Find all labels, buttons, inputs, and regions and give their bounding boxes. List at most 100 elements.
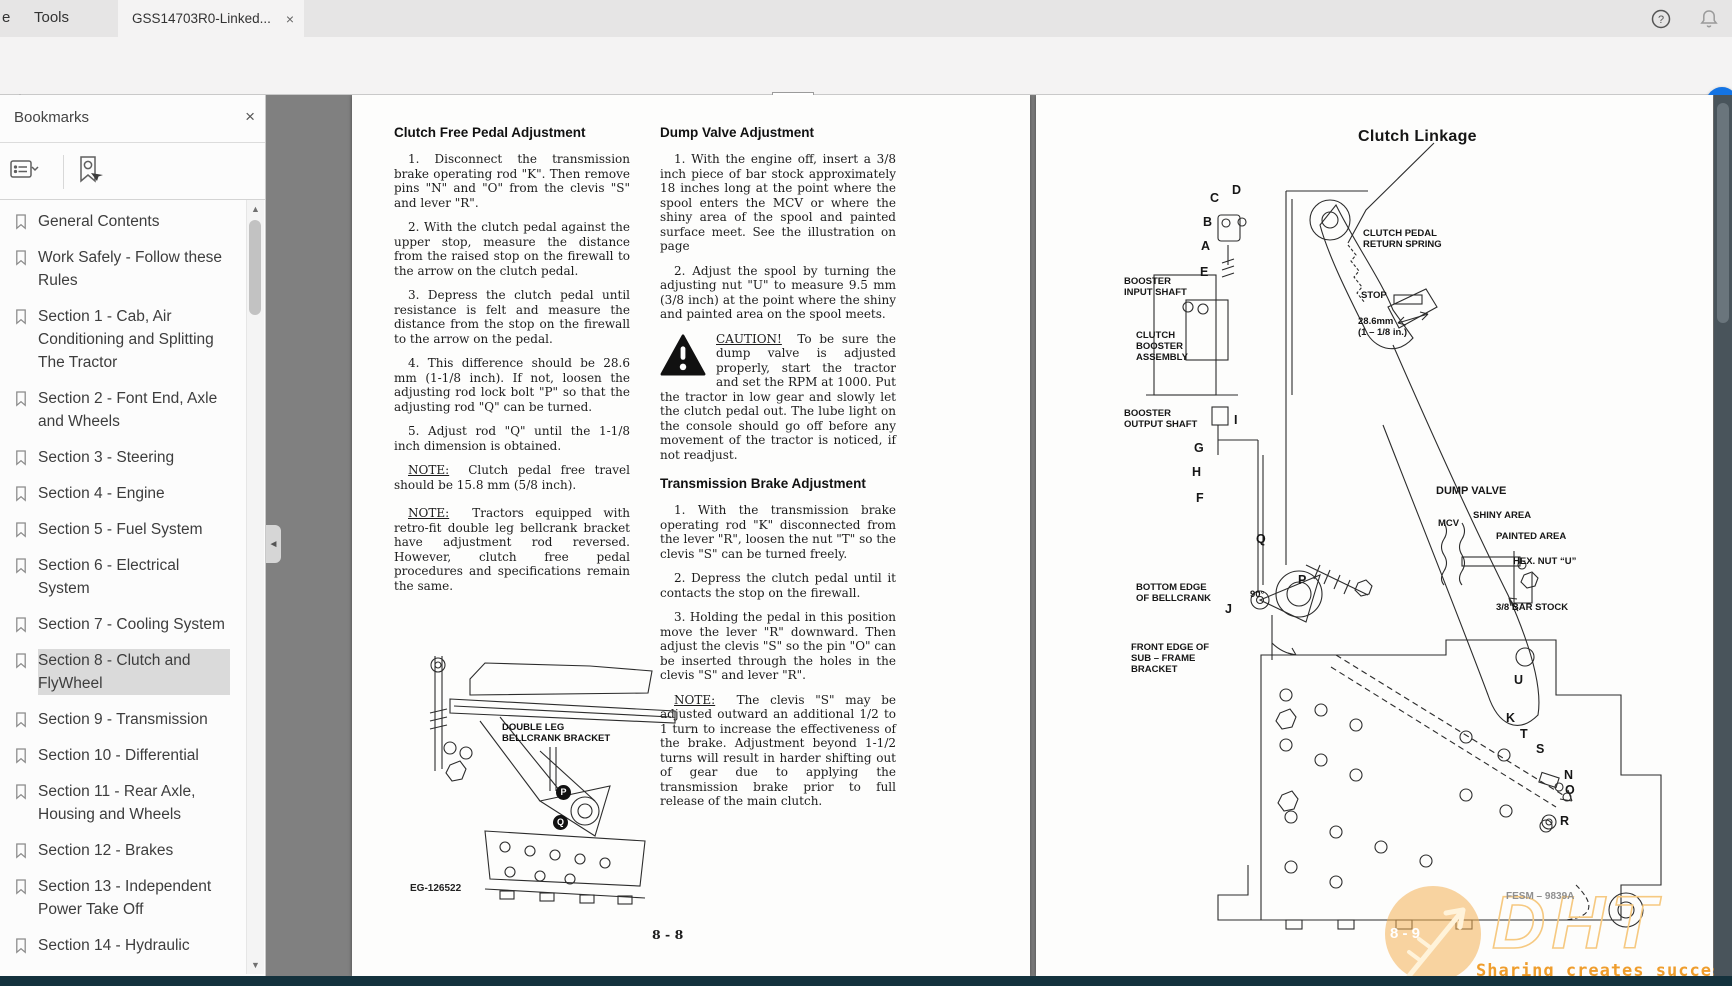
- section-heading: Transmission Brake Adjustment: [660, 476, 896, 491]
- diagram-label: T: [1520, 727, 1528, 741]
- bookmark-item[interactable]: Section 9 - Transmission: [14, 708, 246, 731]
- paragraph: 4. This difference should be 28.6 mm (1-…: [394, 356, 630, 414]
- diagram-label: N: [1564, 768, 1573, 782]
- bookmark-item[interactable]: Section 4 - Engine: [14, 482, 246, 505]
- scroll-up-icon[interactable]: ▲: [247, 204, 264, 214]
- bookmark-icon: [14, 616, 28, 634]
- paragraph: 5. Adjust rod "Q" until the 1-1/8 inch d…: [394, 424, 630, 453]
- panel-scroll-thumb[interactable]: [249, 220, 261, 315]
- note: NOTE: Tractors equipped with retro-fit d…: [394, 506, 630, 593]
- diagram-label: I: [1234, 413, 1237, 427]
- bookmark-icon: [14, 878, 28, 896]
- diagram-label: P: [1298, 573, 1306, 587]
- bookmark-item[interactable]: Section 11 - Rear Axle, Housing and Whee…: [14, 780, 246, 826]
- bookmarks-toolbar: [0, 143, 265, 200]
- diagram-label: STOP: [1361, 291, 1387, 302]
- text-column-1: Clutch Free Pedal Adjustment 1. Disconne…: [394, 125, 630, 603]
- paragraph: 3. Holding the pedal in this position mo…: [660, 610, 896, 683]
- diagram-label: F: [1196, 491, 1204, 505]
- panel-scrollbar[interactable]: ▲ ▼: [246, 200, 264, 974]
- bookmark-item[interactable]: Section 2 - Font End, Axle and Wheels: [14, 387, 246, 433]
- note-label: NOTE:: [408, 506, 449, 520]
- bookmarks-panel: Bookmarks × General ContentsWork Safely …: [0, 95, 266, 976]
- bookmark-options-icon[interactable]: [10, 158, 40, 184]
- diagram-label: MCV: [1438, 519, 1459, 530]
- bookmark-item[interactable]: Section 1 - Cab, Air Conditioning and Sp…: [14, 305, 246, 374]
- diagram-label: Clutch Linkage: [1358, 128, 1477, 146]
- diagram-label: G: [1194, 441, 1204, 455]
- tab-tools[interactable]: Tools: [34, 9, 69, 26]
- note-label: NOTE:: [408, 463, 449, 477]
- bookmark-label: Section 8 - Clutch and FlyWheel: [38, 649, 230, 695]
- scroll-down-icon[interactable]: ▼: [247, 960, 264, 970]
- document-scrollbar[interactable]: [1714, 95, 1732, 976]
- diagram-label: Q: [1256, 532, 1266, 546]
- paragraph: 2. Adjust the spool by turning the adjus…: [660, 264, 896, 322]
- collapse-panel-handle[interactable]: ◄: [266, 525, 281, 563]
- bookmark-item[interactable]: Section 3 - Steering: [14, 446, 246, 469]
- bookmark-item[interactable]: Section 5 - Fuel System: [14, 518, 246, 541]
- new-bookmark-icon[interactable]: [74, 155, 104, 187]
- bookmark-label: Section 14 - Hydraulic: [38, 934, 230, 957]
- document-scroll-thumb[interactable]: [1717, 103, 1729, 323]
- diagram-label: HEX. NUT “U”: [1513, 557, 1576, 568]
- diagram-label: 28.6mm (1 – 1/8 in.): [1358, 317, 1407, 339]
- diagram-label: D: [1232, 183, 1241, 197]
- bookmark-icon: [14, 747, 28, 765]
- bookmark-item[interactable]: General Contents: [14, 210, 246, 233]
- tab-document[interactable]: GSS14703R0-Linked... ×: [118, 0, 304, 37]
- bottom-bar: [0, 976, 1732, 986]
- help-icon[interactable]: ?: [1650, 8, 1672, 30]
- note: NOTE: The clevis "S" may be adjusted out…: [660, 693, 896, 809]
- callout-q: Q: [553, 815, 568, 830]
- bookmark-icon: [14, 449, 28, 467]
- bookmark-item[interactable]: Section 10 - Differential: [14, 744, 246, 767]
- bookmark-icon: [14, 711, 28, 729]
- caution-block: CAUTION! To be sure the dump valve is ad…: [660, 332, 896, 463]
- diagram-label: H: [1192, 465, 1201, 479]
- bookmark-list: General Contents Work Safely - Follow the…: [0, 210, 246, 974]
- paragraph: 1. With the transmission brake operating…: [660, 503, 896, 561]
- bookmark-item[interactable]: Section 13 - Independent Power Take Off: [14, 875, 246, 921]
- bookmark-icon: [14, 783, 28, 801]
- paragraph: 3. Depress the clutch pedal until resist…: [394, 288, 630, 346]
- bookmark-item[interactable]: Section 8 - Clutch and FlyWheel: [14, 649, 246, 695]
- diagram-label: DUMP VALVE: [1436, 485, 1506, 498]
- diagram-label: BOTTOM EDGE OF BELLCRANK: [1136, 583, 1211, 605]
- close-tab-icon[interactable]: ×: [286, 11, 294, 27]
- close-panel-icon[interactable]: ×: [245, 107, 255, 127]
- figure-label: DOUBLE LEG BELLCRANK BRACKET: [502, 723, 610, 745]
- bookmark-label: Section 4 - Engine: [38, 482, 230, 505]
- diagram-label: E: [1200, 265, 1208, 279]
- bookmark-icon: [14, 249, 28, 267]
- diagram-label: O: [1565, 783, 1575, 797]
- diagram-label: SHINY AREA: [1473, 511, 1531, 522]
- tab-fragment[interactable]: e: [2, 9, 10, 26]
- bookmark-icon: [14, 842, 28, 860]
- tab-document-title: GSS14703R0-Linked...: [132, 11, 280, 26]
- diagram-label: K: [1506, 711, 1515, 725]
- diagram-label: U: [1514, 673, 1523, 687]
- bookmark-icon: [14, 213, 28, 231]
- diagram-label: S: [1536, 742, 1544, 756]
- page-number-left: 8 - 8: [652, 927, 683, 942]
- bell-icon[interactable]: [1698, 8, 1720, 30]
- diagram-label: C: [1210, 191, 1219, 205]
- bookmark-label: Section 5 - Fuel System: [38, 518, 230, 541]
- bellcrank-figure: [390, 651, 696, 951]
- bookmark-item[interactable]: Section 14 - Hydraulic: [14, 934, 246, 957]
- main-toolbar: / 603: [0, 37, 1732, 95]
- bookmark-item[interactable]: Work Safely - Follow these Rules: [14, 246, 246, 292]
- section-heading: Clutch Free Pedal Adjustment: [394, 125, 630, 140]
- bookmark-item[interactable]: Section 7 - Cooling System: [14, 613, 246, 636]
- bookmark-icon: [14, 390, 28, 408]
- diagram-label: PAINTED AREA: [1496, 532, 1566, 543]
- paragraph: 1. With the engine off, insert a 3/8 inc…: [660, 152, 896, 254]
- diagram-label: R: [1560, 814, 1569, 828]
- caution-label: CAUTION!: [716, 332, 782, 346]
- warning-triangle-icon: [660, 334, 706, 376]
- bookmark-item[interactable]: Section 6 - Electrical System: [14, 554, 246, 600]
- paragraph: 2. With the clutch pedal against the upp…: [394, 220, 630, 278]
- bookmark-item[interactable]: Section 12 - Brakes: [14, 839, 246, 862]
- bookmark-icon: [14, 557, 28, 575]
